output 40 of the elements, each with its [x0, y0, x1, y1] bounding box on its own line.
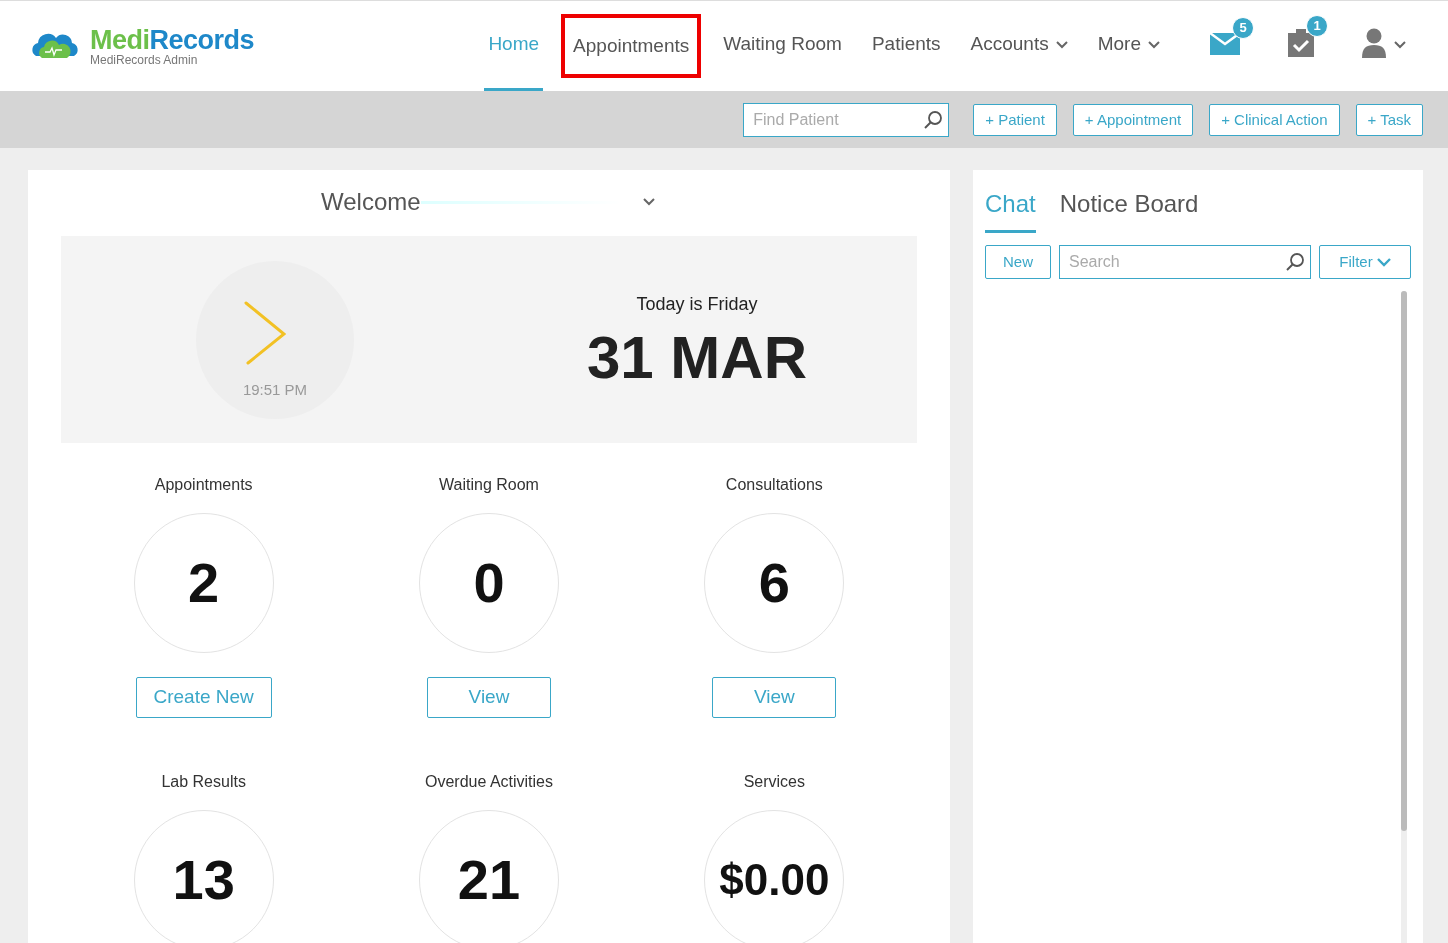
add-button[interactable]: + Appointment — [1072, 103, 1194, 136]
stat-label: Waiting Room — [439, 475, 539, 495]
logo-text: MediRecords — [90, 26, 255, 54]
nav-link[interactable]: Patients — [867, 1, 945, 91]
clock-time: 19:51 PM — [242, 379, 308, 400]
new-button[interactable]: New — [985, 245, 1051, 279]
search-field[interactable]: Search — [1059, 245, 1311, 279]
stat-label: Services — [743, 771, 805, 792]
stat-label: Lab Results — [161, 771, 246, 792]
stat-button[interactable]: Create New — [135, 677, 272, 718]
stat-button[interactable]: View — [427, 677, 551, 718]
stat-button[interactable]: View — [712, 677, 837, 718]
clipboard-check-icon[interactable] — [1288, 28, 1314, 57]
chevron-down-icon — [1376, 257, 1391, 267]
tab[interactable]: Chat — [985, 178, 1036, 233]
tab[interactable]: Notice Board — [1059, 178, 1199, 233]
stat-label: Overdue Activities — [424, 771, 553, 792]
add-button[interactable]: + Clinical Action — [1209, 103, 1340, 136]
search-icon[interactable] — [1285, 252, 1305, 272]
scrollbar-thumb[interactable] — [1401, 291, 1407, 831]
today-label: Today is Friday — [635, 293, 759, 316]
count-badge: 5 — [1232, 16, 1254, 39]
filter-button[interactable]: Filter — [1319, 245, 1411, 279]
nav-link[interactable]: Waiting Room — [719, 1, 846, 91]
nav-link[interactable]: Accounts — [966, 1, 1072, 91]
welcome-title: Welcome — [321, 187, 421, 217]
date-text: 31 MAR — [586, 328, 807, 388]
add-button[interactable]: + Task — [1355, 103, 1423, 136]
clock-hand-icon — [244, 300, 286, 365]
nav-link[interactable]: More — [1093, 1, 1164, 91]
count-badge: 1 — [1306, 14, 1328, 37]
stat-label: Consultations — [725, 475, 823, 495]
find-patient-field[interactable]: Find Patient — [743, 102, 950, 137]
search-icon[interactable] — [923, 109, 944, 130]
add-button[interactable]: + Patient — [973, 103, 1057, 136]
envelope-icon[interactable] — [1210, 30, 1240, 55]
chevron-down-icon[interactable] — [642, 198, 655, 206]
logo-subtitle: MediRecords Admin — [90, 53, 199, 66]
scrollbar[interactable] — [1401, 291, 1407, 943]
stat-label: Appointments — [154, 475, 253, 495]
